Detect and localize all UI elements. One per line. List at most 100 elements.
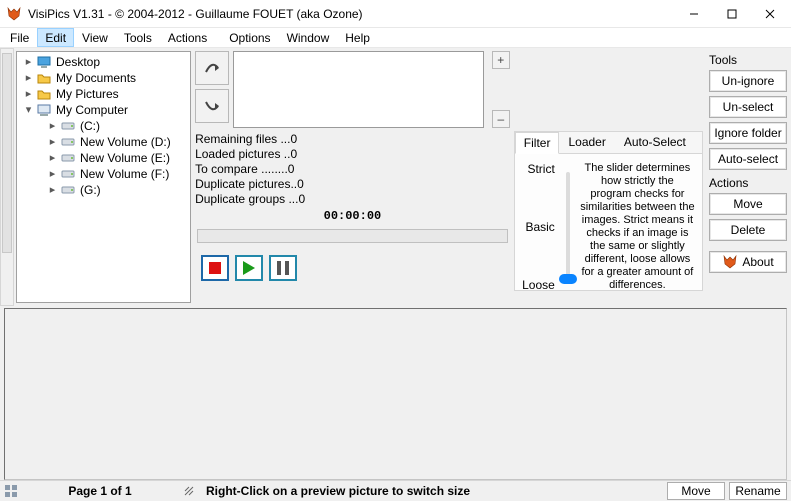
expand-icon[interactable]: ▸	[47, 121, 58, 132]
tree-mydocs[interactable]: ▸ My Documents	[17, 70, 190, 86]
menu-view[interactable]: View	[74, 28, 116, 47]
zoom-in-button[interactable]: +	[492, 51, 510, 69]
nav-buttons	[195, 51, 229, 128]
slider-help-text: The slider determines how strictly the p…	[577, 160, 698, 294]
maximize-button[interactable]	[713, 0, 751, 28]
menu-options[interactable]: Options	[221, 28, 278, 47]
drive-icon	[60, 134, 76, 150]
menu-help[interactable]: Help	[337, 28, 378, 47]
drive-icon	[60, 166, 76, 182]
drive-icon	[60, 150, 76, 166]
tab-autoselect[interactable]: Auto-Select	[615, 131, 695, 153]
play-button[interactable]	[235, 255, 263, 281]
delete-button[interactable]: Delete	[709, 219, 787, 241]
folder-icon	[36, 86, 52, 102]
stat-compare: To compare ........0	[195, 162, 510, 177]
tree-label: New Volume (D:)	[80, 135, 171, 149]
menu-actions[interactable]: Actions	[160, 28, 215, 47]
move-button[interactable]: Move	[709, 193, 787, 215]
tree-mypics[interactable]: ▸ My Pictures	[17, 86, 190, 102]
media-controls	[195, 255, 510, 281]
expand-icon[interactable]: ▸	[47, 185, 58, 196]
collapse-icon[interactable]: ▾	[23, 105, 34, 116]
tree-label: My Documents	[56, 71, 136, 85]
zoom-out-button[interactable]: –	[492, 110, 510, 128]
menu-edit[interactable]: Edit	[37, 28, 74, 47]
expand-icon[interactable]: ▸	[23, 73, 34, 84]
tree-drive-g[interactable]: ▸ (G:)	[17, 182, 190, 198]
desktop-icon	[36, 54, 52, 70]
tree-label: New Volume (F:)	[80, 167, 169, 181]
about-label: About	[742, 255, 773, 269]
window-title: VisiPics V1.31 - © 2004-2012 - Guillaume…	[28, 7, 675, 21]
expand-icon[interactable]: ▸	[47, 153, 58, 164]
menu-bar: File Edit View Tools Actions Options Win…	[0, 28, 791, 48]
add-down-button[interactable]	[195, 89, 229, 123]
stop-button[interactable]	[201, 255, 229, 281]
stats-block: Remaining files ...0 Loaded pictures ..0…	[195, 132, 510, 207]
left-column: ▸ Desktop ▸ My Documents ▸ My Pictures ▾	[0, 48, 193, 306]
status-rename-button[interactable]: Rename	[729, 482, 787, 500]
label-strict: Strict	[519, 162, 555, 176]
add-up-button[interactable]	[195, 51, 229, 85]
tab-loader[interactable]: Loader	[559, 131, 614, 153]
results-panel[interactable]	[4, 308, 787, 480]
page-indicator: Page 1 of 1	[22, 484, 178, 498]
preview-area[interactable]	[233, 51, 484, 128]
close-button[interactable]	[751, 0, 789, 28]
tree-label: My Computer	[56, 103, 128, 117]
expand-icon[interactable]: ▸	[47, 137, 58, 148]
expand-icon[interactable]: ▸	[23, 57, 34, 68]
title-bar: VisiPics V1.31 - © 2004-2012 - Guillaume…	[0, 0, 791, 28]
expand-icon[interactable]: ▸	[23, 89, 34, 100]
timer: 00:00:00	[195, 209, 510, 223]
tree-drive-d[interactable]: ▸ New Volume (D:)	[17, 134, 190, 150]
status-bar: Page 1 of 1 Right-Click on a preview pic…	[0, 480, 791, 501]
tools-header: Tools	[709, 53, 787, 67]
slider-thumb[interactable]	[559, 274, 577, 284]
tree-drive-f[interactable]: ▸ New Volume (F:)	[17, 166, 190, 182]
menu-tools[interactable]: Tools	[116, 28, 160, 47]
middle-column: + – Remaining files ...0 Loaded pictures…	[193, 48, 512, 306]
tab-filter[interactable]: Filter	[515, 132, 560, 154]
scroll-grip[interactable]	[2, 53, 12, 253]
folder-tree[interactable]: ▸ Desktop ▸ My Documents ▸ My Pictures ▾	[16, 51, 191, 303]
filter-panel: Filter Loader Auto-Select Strict Basic L…	[512, 48, 705, 306]
tree-label: Desktop	[56, 55, 100, 69]
drive-icon	[60, 118, 76, 134]
left-scroll-strip[interactable]	[0, 48, 14, 306]
computer-icon	[36, 102, 52, 118]
drive-icon	[60, 182, 76, 198]
unselect-button[interactable]: Un-select	[709, 96, 787, 118]
actions-header: Actions	[709, 176, 787, 190]
tabs-area: Filter Loader Auto-Select Strict Basic L…	[514, 131, 703, 291]
strictness-slider[interactable]	[559, 160, 577, 294]
status-hint: Right-Click on a preview picture to swit…	[200, 484, 667, 498]
status-buttons: Move Rename	[667, 482, 791, 500]
ignore-folder-button[interactable]: Ignore folder	[709, 122, 787, 144]
minimize-button[interactable]	[675, 0, 713, 28]
about-button[interactable]: About	[709, 251, 787, 273]
grid-icon[interactable]	[4, 484, 18, 498]
window-controls	[675, 0, 789, 28]
tree-drive-e[interactable]: ▸ New Volume (E:)	[17, 150, 190, 166]
status-left: Page 1 of 1	[0, 484, 200, 498]
tree-drive-c[interactable]: ▸ (C:)	[17, 118, 190, 134]
expand-icon[interactable]: ▸	[47, 169, 58, 180]
label-basic: Basic	[519, 220, 555, 234]
pause-button[interactable]	[269, 255, 297, 281]
menu-file[interactable]: File	[2, 28, 37, 47]
stat-remaining: Remaining files ...0	[195, 132, 510, 147]
status-move-button[interactable]: Move	[667, 482, 725, 500]
tree-desktop[interactable]: ▸ Desktop	[17, 54, 190, 70]
resize-icon[interactable]	[182, 484, 196, 498]
unignore-button[interactable]: Un-ignore	[709, 70, 787, 92]
tab-strip: Filter Loader Auto-Select	[515, 132, 702, 154]
slider-labels: Strict Basic Loose	[519, 160, 559, 294]
tab-body: Strict Basic Loose The slider determines…	[515, 154, 702, 300]
tree-mycomp[interactable]: ▾ My Computer	[17, 102, 190, 118]
progress-bar	[197, 229, 508, 243]
menu-window[interactable]: Window	[279, 28, 338, 47]
autoselect-button[interactable]: Auto-select	[709, 148, 787, 170]
tree-label: My Pictures	[56, 87, 119, 101]
